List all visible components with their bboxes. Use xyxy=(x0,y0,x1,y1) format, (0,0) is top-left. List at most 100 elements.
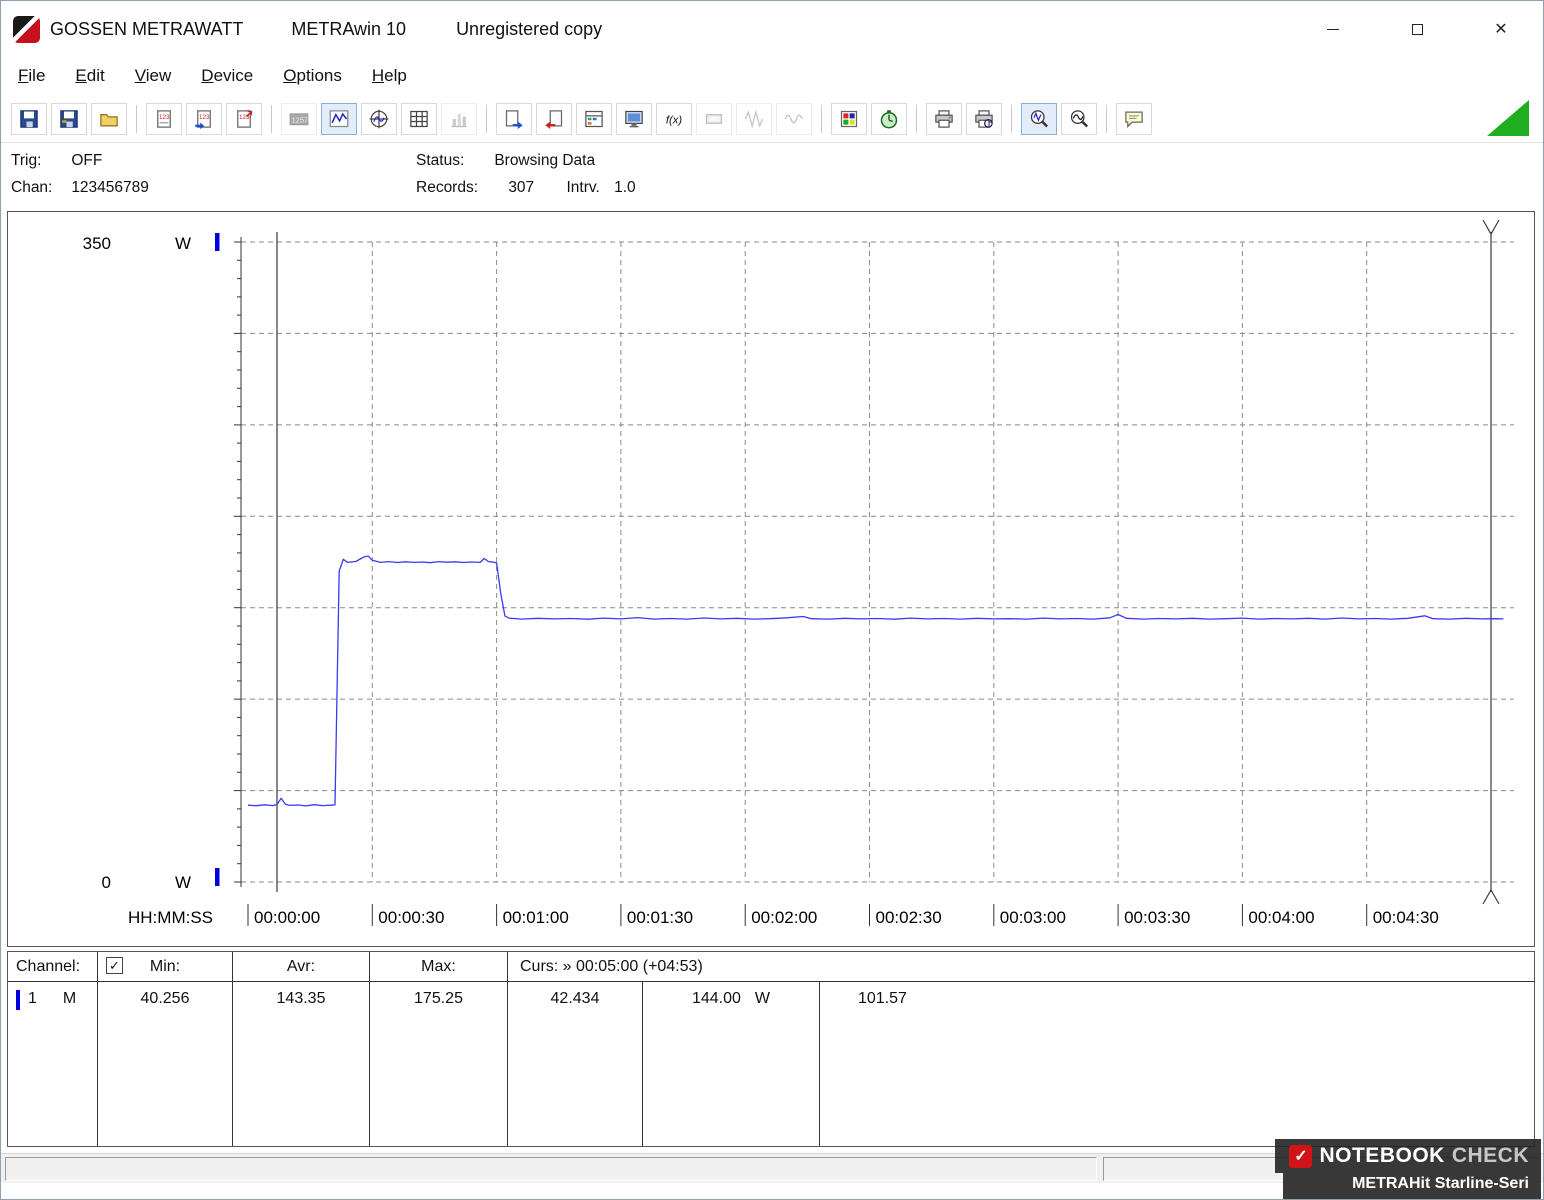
records-value: 307 xyxy=(508,179,535,196)
chan-label: Chan: xyxy=(11,179,53,196)
y-unit-top: W xyxy=(175,234,191,253)
toolbar-items: 123 123 123 1257 f(x) xyxy=(11,102,1152,135)
export-data-button[interactable] xyxy=(496,102,532,135)
small-display-button[interactable] xyxy=(696,102,732,135)
power-trace xyxy=(247,555,1504,807)
minimize-button[interactable] xyxy=(1291,1,1375,57)
monitor-button[interactable] xyxy=(616,102,652,135)
toolbar-separator xyxy=(821,104,822,133)
toolbar-separator xyxy=(486,104,487,133)
menu-help[interactable]: Help xyxy=(357,62,422,90)
x-axis-label: 00:02:30 xyxy=(876,908,942,927)
chart-canvas[interactable]: 350 W 0 W HH:MM:SS 00:00:00 00:00:30 00:01:00 00… xyxy=(8,212,1534,946)
status-triangle-icon xyxy=(1487,100,1529,136)
toolbar-separator xyxy=(916,104,917,133)
cell-cursor1-value: 42.434 xyxy=(508,982,643,1146)
doc-numeric-export-button[interactable]: 123 xyxy=(226,102,262,135)
doc-numeric-cut-button[interactable]: 123 xyxy=(186,102,222,135)
cell-delta-value: 101.57 xyxy=(858,990,907,1007)
x-axis-label: 00:01:00 xyxy=(503,908,569,927)
records-label: Records: xyxy=(416,179,479,196)
cell-min: 40.256 xyxy=(98,982,233,1146)
zoom-curve-button[interactable] xyxy=(1061,102,1097,135)
intrv-label: Intrv. xyxy=(566,179,600,196)
save-as-button[interactable] xyxy=(51,102,87,135)
status-value: Browsing Data xyxy=(494,152,596,169)
colors-icon xyxy=(840,110,858,127)
colors-button[interactable] xyxy=(831,102,867,135)
doc123c-icon: 123 xyxy=(237,109,253,128)
cell-channel: 1 M xyxy=(8,982,98,1146)
monitor-icon xyxy=(625,110,643,127)
wave1-icon xyxy=(744,109,764,128)
trig-label: Trig: xyxy=(11,152,42,169)
cell-cursor2-value: 144.00 W xyxy=(643,982,820,1146)
svg-text:1257: 1257 xyxy=(292,115,309,124)
printer-icon xyxy=(935,109,953,128)
doc123-icon: 123 xyxy=(157,109,171,128)
status-panel: Trig: OFF Chan: 123456789 Status: Browsi… xyxy=(1,143,1543,211)
menu-view[interactable]: View xyxy=(120,62,187,90)
menu-edit[interactable]: Edit xyxy=(60,62,119,90)
waveform-a-button[interactable] xyxy=(736,102,772,135)
close-button[interactable]: ✕ xyxy=(1459,1,1543,57)
menu-device[interactable]: Device xyxy=(186,62,268,90)
lcd1257-icon: 1257 xyxy=(289,112,309,125)
table-view-button[interactable] xyxy=(401,102,437,135)
comment-button[interactable] xyxy=(1116,102,1152,135)
x-axis-label: 00:00:30 xyxy=(378,908,444,927)
note-icon xyxy=(1125,111,1143,128)
y-unit-bottom: W xyxy=(175,873,191,892)
timer-button[interactable] xyxy=(871,102,907,135)
menu-file[interactable]: File xyxy=(3,62,60,90)
title-app: METRAwin 10 xyxy=(291,18,407,39)
xy-view-button[interactable] xyxy=(361,102,397,135)
doc-numeric-button[interactable]: 123 xyxy=(146,102,182,135)
maximize-button[interactable] xyxy=(1375,1,1459,57)
channel-table: Channel: ✓ Min: Avr: Max: Curs: » 00:05:… xyxy=(7,951,1535,1147)
header-max: Max: xyxy=(370,952,508,981)
watermark-brand-1: NOTEBOOK xyxy=(1319,1144,1445,1167)
header-min-cell: ✓ Min: xyxy=(98,952,233,981)
linechart-icon xyxy=(329,109,349,127)
x-axis-label: 00:04:00 xyxy=(1248,908,1314,927)
waveform-b-button[interactable] xyxy=(776,102,812,135)
exportdoc-icon xyxy=(505,109,523,129)
bar-graph-view-button[interactable] xyxy=(441,102,477,135)
x-axis-label: 00:04:30 xyxy=(1373,908,1439,927)
header-min: Min: xyxy=(149,957,181,975)
schedule-button[interactable] xyxy=(576,102,612,135)
watermark-brand-2: CHECK xyxy=(1451,1144,1529,1167)
channel-visibility-checkbox[interactable]: ✓ xyxy=(106,957,123,974)
check-icon: ✓ xyxy=(109,958,120,973)
multimeter-display-button[interactable]: 1257 xyxy=(281,102,317,135)
cursor-2-top-marker[interactable] xyxy=(1482,219,1500,236)
channel-color-marker xyxy=(16,990,20,1010)
zoomcurve-icon xyxy=(1070,109,1089,127)
scope-icon xyxy=(369,109,389,128)
line-chart-view-button[interactable] xyxy=(321,102,357,135)
status-label: Status: xyxy=(416,152,465,169)
svg-text:123: 123 xyxy=(159,114,170,121)
watermark-device-name: METRAHit Starline-Seri xyxy=(1283,1173,1541,1199)
title-bar: GOSSEN METRAWATT METRAwin 10 Unregistere… xyxy=(1,1,1543,57)
print-preview-button[interactable] xyxy=(966,102,1002,135)
open-button[interactable] xyxy=(91,102,127,135)
cursor2-unit: W xyxy=(754,990,771,1007)
zoom-wave-button[interactable] xyxy=(1021,102,1057,135)
floppy2-icon xyxy=(60,109,78,128)
x-axis-label: 00:00:00 xyxy=(254,908,320,927)
import-data-button[interactable] xyxy=(536,102,572,135)
save-button[interactable] xyxy=(11,102,47,135)
x-axis-label: 00:01:30 xyxy=(627,908,693,927)
formula-button[interactable]: f(x) xyxy=(656,102,692,135)
table-header-row: Channel: ✓ Min: Avr: Max: Curs: » 00:05:… xyxy=(8,952,1534,982)
menu-options[interactable]: Options xyxy=(268,62,357,90)
print-button[interactable] xyxy=(926,102,962,135)
minimize-icon xyxy=(1327,28,1339,30)
title-note: Unregistered copy xyxy=(456,18,603,39)
intrv-value: 1.0 xyxy=(614,179,636,196)
cursor-2-bottom-marker[interactable] xyxy=(1482,888,1500,905)
wave2-icon xyxy=(784,114,803,123)
channel-mode: M xyxy=(62,990,77,1007)
